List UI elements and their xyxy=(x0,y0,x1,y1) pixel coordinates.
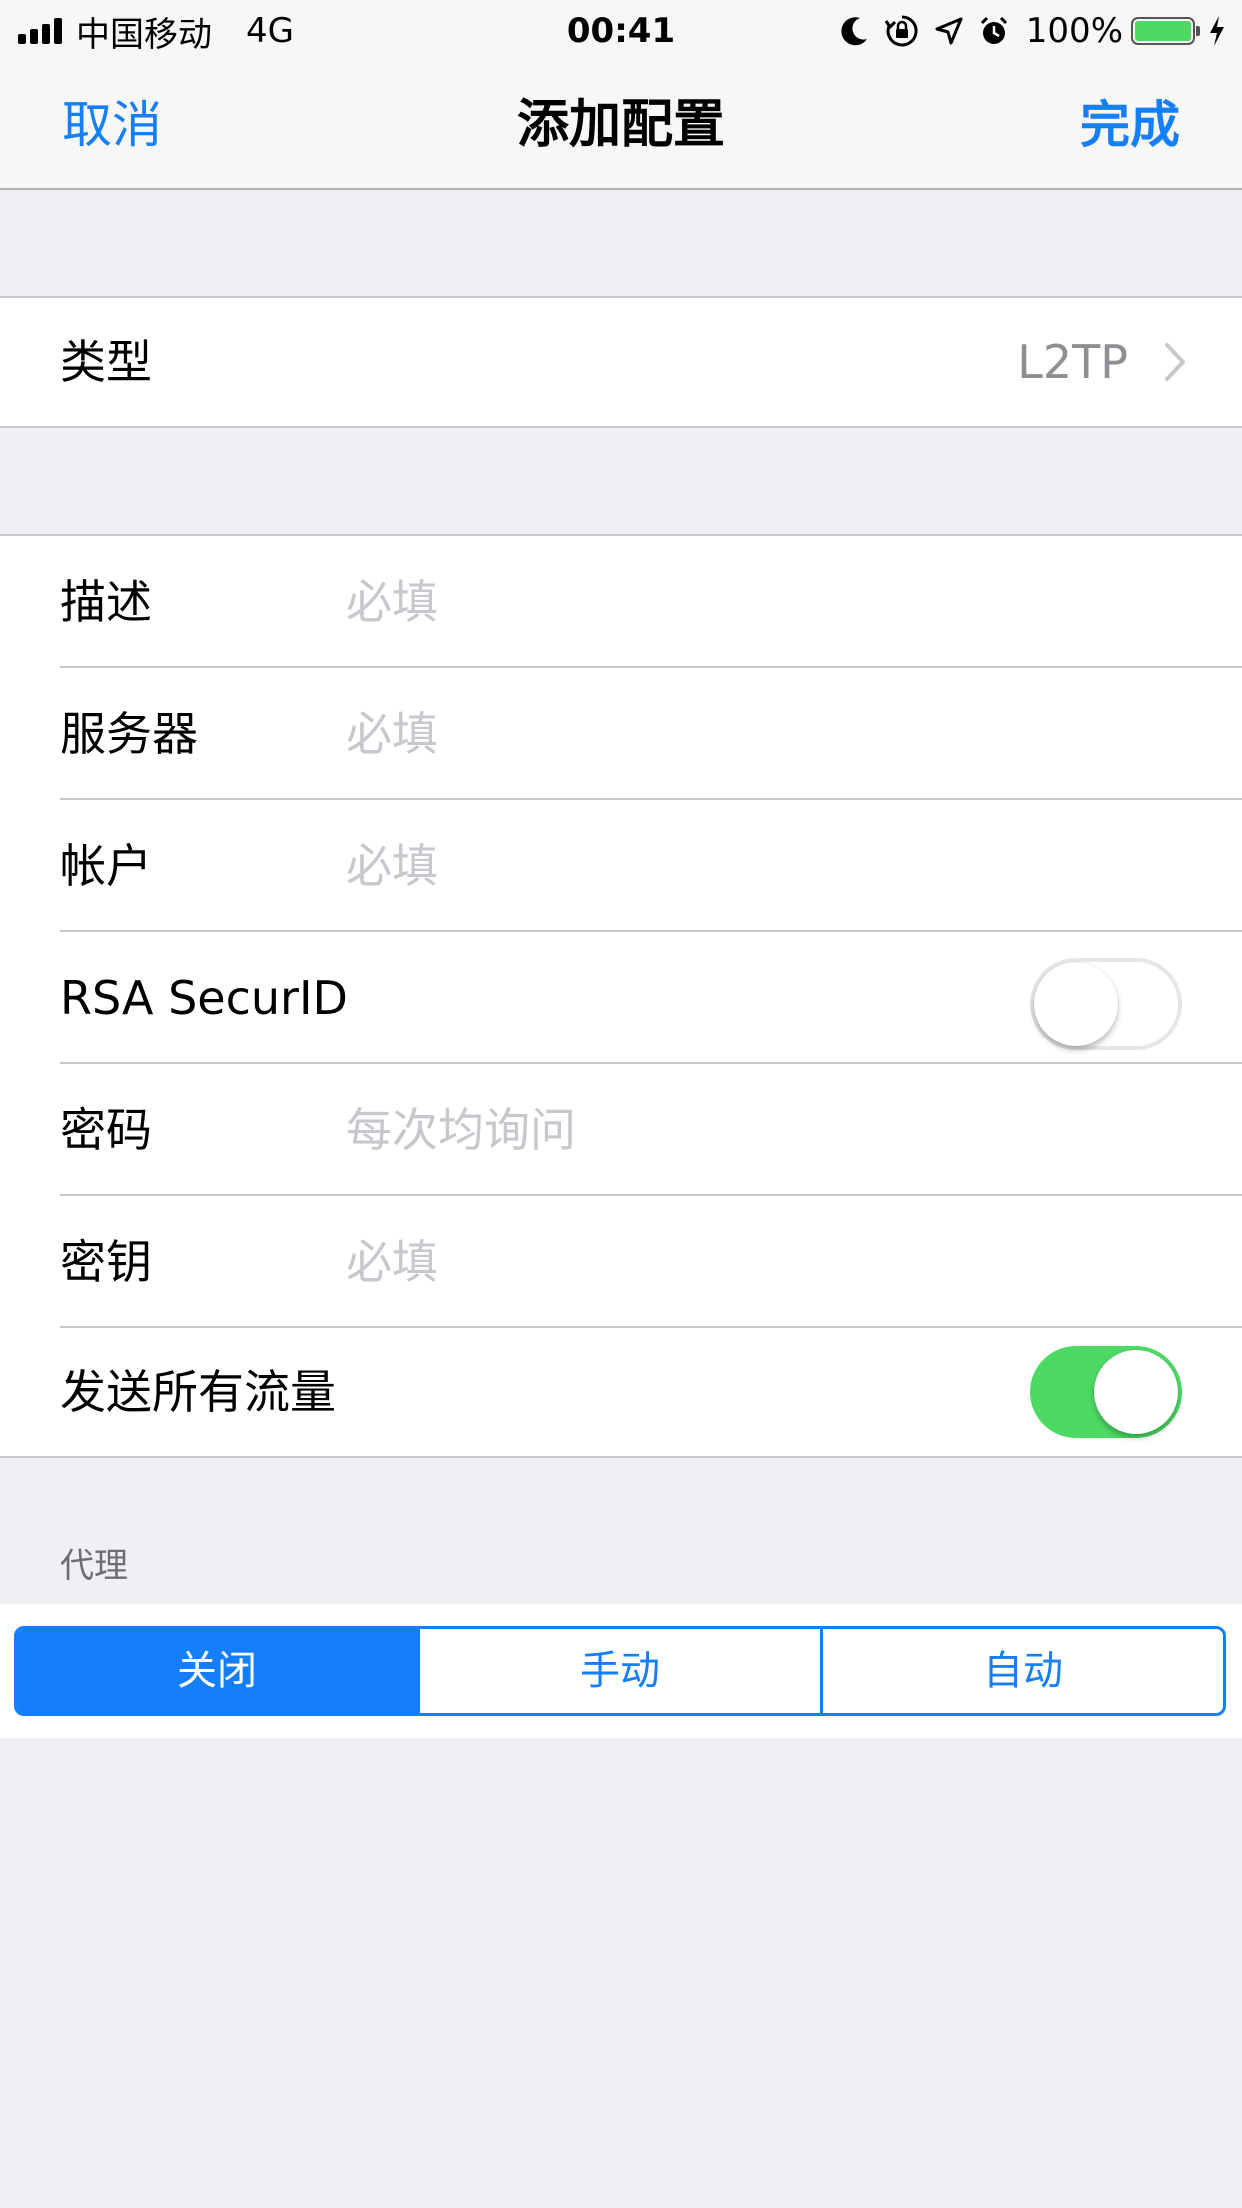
rsa-securid-toggle[interactable] xyxy=(1030,958,1182,1050)
description-label: 描述 xyxy=(60,575,152,629)
rotation-lock-icon xyxy=(884,13,920,49)
toggle-knob xyxy=(1034,962,1118,1046)
server-input[interactable] xyxy=(346,668,1206,800)
type-value: L2TP xyxy=(1017,335,1128,389)
type-label: 类型 xyxy=(60,335,152,389)
account-input[interactable] xyxy=(346,800,1206,932)
proxy-segmented-control: 关闭 手动 自动 xyxy=(14,1626,1226,1716)
battery-percent: 100% xyxy=(1025,11,1123,51)
send-all-traffic-row: 发送所有流量 xyxy=(0,1328,1242,1456)
done-button[interactable]: 完成 xyxy=(1080,62,1180,188)
location-icon xyxy=(934,16,964,46)
chevron-right-icon xyxy=(1164,342,1186,382)
battery-level xyxy=(1135,21,1191,41)
proxy-option-manual[interactable]: 手动 xyxy=(420,1629,823,1713)
rsa-securid-row: RSA SecurID xyxy=(0,932,1242,1064)
status-bar: 中国移动 4G 00:41 100% xyxy=(0,0,1242,62)
password-input[interactable] xyxy=(346,1064,1206,1196)
proxy-section-header: 代理 xyxy=(60,1546,128,1586)
nav-bar: 取消 添加配置 完成 xyxy=(0,62,1242,190)
alarm-icon xyxy=(978,15,1010,47)
proxy-group: 关闭 手动 自动 xyxy=(0,1604,1242,1738)
send-all-traffic-label: 发送所有流量 xyxy=(60,1365,336,1419)
secret-row: 密钥 xyxy=(0,1196,1242,1328)
account-label: 帐户 xyxy=(60,839,152,893)
send-all-traffic-toggle[interactable] xyxy=(1030,1346,1182,1438)
proxy-option-auto[interactable]: 自动 xyxy=(823,1629,1223,1713)
toggle-knob xyxy=(1094,1350,1178,1434)
battery-icon xyxy=(1131,17,1195,45)
rsa-securid-label: RSA SecurID xyxy=(60,971,348,1025)
account-row: 帐户 xyxy=(0,800,1242,932)
battery-cap xyxy=(1196,26,1200,36)
password-row: 密码 xyxy=(0,1064,1242,1196)
type-row[interactable]: 类型 L2TP xyxy=(0,298,1242,426)
secret-label: 密钥 xyxy=(60,1235,152,1289)
moon-icon xyxy=(840,15,870,47)
charging-icon xyxy=(1208,15,1226,47)
password-label: 密码 xyxy=(60,1103,152,1157)
config-group: 描述 服务器 帐户 RSA SecurID 密码 密钥 发送所有流量 xyxy=(0,534,1242,1458)
server-label: 服务器 xyxy=(60,707,198,761)
server-row: 服务器 xyxy=(0,668,1242,800)
proxy-option-off[interactable]: 关闭 xyxy=(17,1629,420,1713)
secret-input[interactable] xyxy=(346,1196,1206,1328)
description-input[interactable] xyxy=(346,536,1206,668)
type-group: 类型 L2TP xyxy=(0,296,1242,428)
page-title: 添加配置 xyxy=(516,95,725,155)
status-right: 100% xyxy=(826,0,1226,62)
description-row: 描述 xyxy=(0,536,1242,668)
